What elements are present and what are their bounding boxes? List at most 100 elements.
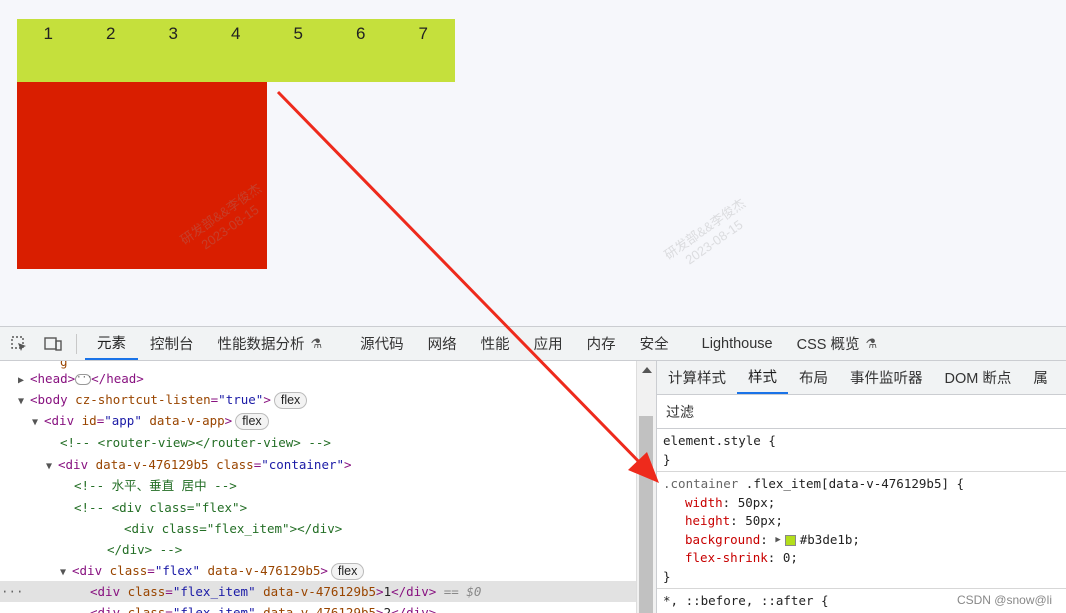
tree-comment[interactable]: <!-- 水平、垂直 居中 --> (0, 475, 636, 496)
more-icon[interactable]: ··· (1, 581, 24, 602)
tab-computed[interactable]: 计算样式 (657, 361, 737, 394)
tree-node-flex[interactable]: ▼ <div class="flex" data-v-476129b5> flex (0, 560, 636, 581)
flex-item-6: 6 (356, 24, 366, 43)
tab-memory[interactable]: 内存 (575, 327, 628, 360)
flex-item-2: 2 (106, 24, 116, 43)
filter-input[interactable]: 过滤 (657, 395, 1066, 429)
tab-properties[interactable]: 属 (1022, 361, 1059, 394)
collapse-triangle-icon[interactable]: ▼ (32, 412, 44, 433)
tab-lighthouse[interactable]: Lighthouse (690, 327, 785, 360)
node-text: 2 (383, 605, 392, 613)
elements-tree: g ▶ <head>···</head> ▼ <body cz-shortcut-l… (0, 361, 636, 613)
property-value: 50px; (737, 494, 776, 510)
node-attr: data-v-app (149, 413, 225, 428)
expand-arrow-icon[interactable]: ▶ (775, 531, 780, 550)
css-property[interactable]: height: 50px; (663, 512, 1060, 531)
node-text: 1 (383, 584, 392, 599)
watermark-line: 2023-08-15 (682, 216, 746, 268)
element-style-rule[interactable]: element.style { } (657, 429, 1066, 472)
node-tag: </head> (91, 371, 144, 386)
property-value: #b3de1b; (799, 531, 860, 547)
flex-item-4: 4 (231, 24, 241, 43)
node-attr: data-v-476129b5 (207, 563, 321, 578)
flex-item-7: 7 (418, 24, 428, 43)
property-name: height (685, 513, 731, 528)
rule-close: } (663, 568, 671, 584)
tree-node[interactable]: <div class="flex_item" data-v-476129b5>2… (0, 602, 636, 613)
node-attr: class (127, 605, 166, 613)
comment-text: </div> --> (107, 542, 183, 557)
tab-performance[interactable]: 性能 (469, 327, 522, 360)
comment-text: <!-- 水平、垂直 居中 --> (74, 478, 237, 493)
tree-node-head[interactable]: ▶ <head>···</head> (0, 368, 636, 389)
tree-comment[interactable]: <!-- <div class="flex"> (0, 497, 636, 518)
tree-node-app[interactable]: ▼ <div id="app" data-v-app> flex (0, 410, 636, 431)
rule-close: } (663, 451, 671, 467)
node-tag: <div (58, 457, 89, 472)
flask-icon: ⚗ (310, 335, 323, 351)
node-value: "container" (261, 457, 345, 472)
ellipsis-icon[interactable]: ··· (75, 374, 92, 385)
tab-application[interactable]: 应用 (522, 327, 575, 360)
node-tag: <body (30, 392, 68, 407)
node-value: "app" (104, 413, 142, 428)
collapse-triangle-icon[interactable]: ▼ (60, 562, 72, 583)
flex-badge[interactable]: flex (330, 563, 365, 580)
node-attr: data-v-476129b5 (95, 457, 209, 472)
tab-console[interactable]: 控制台 (138, 327, 206, 360)
collapse-triangle-icon[interactable]: ▼ (46, 456, 58, 477)
node-tag: <div (44, 413, 75, 428)
expand-triangle-icon[interactable]: ▶ (18, 370, 30, 391)
flex-badge[interactable]: flex (273, 392, 308, 409)
node-tag: <div (72, 563, 103, 578)
node-tag: <div (90, 605, 121, 613)
tree-comment[interactable]: <div class="flex_item"></div> (0, 518, 636, 539)
color-swatch-icon[interactable] (784, 534, 796, 546)
node-attr: id (81, 413, 97, 428)
css-property[interactable]: width: 50px; (663, 494, 1060, 513)
node-tag: </div> (391, 584, 437, 599)
flex-item-3: 3 (168, 24, 178, 43)
comment-text: <!-- <router-view></router-view> --> (60, 435, 331, 450)
flask-icon: ⚗ (865, 335, 878, 351)
tab-sources[interactable]: 源代码 (348, 327, 416, 360)
property-value: 50px; (745, 513, 783, 528)
tree-node-body[interactable]: ▼ <body cz-shortcut-listen="true"> flex (0, 389, 636, 410)
tab-label: 性能数据分析 (217, 337, 305, 353)
inspect-element-icon[interactable] (4, 329, 34, 359)
scroll-up-arrow-icon[interactable] (642, 367, 652, 373)
tab-performance-insights[interactable]: 性能数据分析 ⚗ (206, 327, 335, 360)
tree-node-container[interactable]: ▼ <div data-v-476129b5 class="container"> (0, 454, 636, 475)
device-toolbar-icon[interactable] (38, 329, 68, 359)
comment-text: <div class="flex_item"></div> (124, 521, 343, 536)
tab-security[interactable]: 安全 (628, 327, 681, 360)
red-box (17, 82, 267, 269)
tab-event-listeners[interactable]: 事件监听器 (839, 361, 934, 394)
tab-styles[interactable]: 样式 (737, 361, 788, 394)
tab-layout[interactable]: 布局 (788, 361, 839, 394)
tab-css-overview[interactable]: CSS 概览 ⚗ (785, 327, 890, 360)
css-property[interactable]: background: ▶ #b3de1b; (663, 531, 1060, 550)
flex-item-1: 1 (43, 24, 53, 43)
tree-comment[interactable]: </div> --> (0, 539, 636, 560)
tab-network[interactable]: 网络 (416, 327, 469, 360)
flex-item-5: 5 (293, 24, 303, 43)
tree-comment[interactable]: <!-- <router-view></router-view> --> (0, 432, 636, 453)
scroll-thumb[interactable] (639, 416, 653, 613)
property-name: flex-shrink (685, 550, 768, 566)
selector-part: .container (663, 476, 746, 491)
node-value: "true" (218, 392, 264, 407)
tree-node-selected[interactable]: ··· <div class="flex_item" data-v-476129b… (0, 581, 636, 602)
flex-badge[interactable]: flex (235, 413, 269, 430)
elements-scrollbar[interactable] (636, 361, 656, 613)
container-flex-item-rule[interactable]: .container .flex_item[data-v-476129b5] {… (657, 472, 1066, 590)
collapse-triangle-icon[interactable]: ▼ (18, 391, 30, 412)
page-preview: 1 2 3 4 5 6 7 研发部&&李俊杰 2023-08-15 研发部&&李… (0, 0, 1066, 326)
css-property[interactable]: flex-shrink: 0; (663, 549, 1060, 568)
tab-dom-breakpoints[interactable]: DOM 断点 (934, 361, 1023, 394)
selected-marker: == $0 (443, 584, 482, 599)
tab-elements[interactable]: 元素 (85, 327, 138, 360)
watermark-line: 研发部&&李俊杰 (661, 195, 749, 263)
node-attr: data-v-476129b5 (263, 605, 377, 613)
styles-tabs: 计算样式 样式 布局 事件监听器 DOM 断点 属 (657, 361, 1066, 395)
